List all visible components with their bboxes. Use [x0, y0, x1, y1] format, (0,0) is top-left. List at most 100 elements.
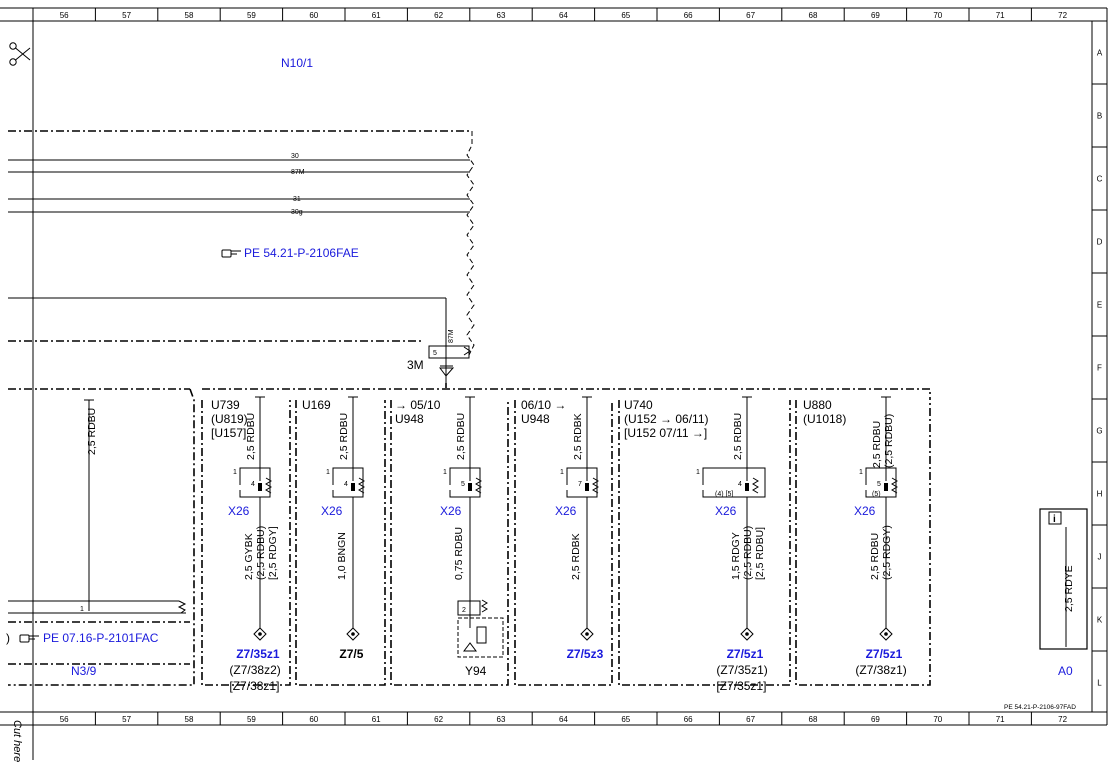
- legend-wire: 2,5 RDYE: [1063, 565, 1075, 612]
- wire-bottom-label: 1,0 BNGN: [336, 532, 348, 580]
- module-code: → 05/10: [395, 398, 441, 412]
- grid-col-bottom: 65: [621, 715, 630, 724]
- grid-col-top: 69: [871, 11, 880, 20]
- grid-col-top: 66: [684, 11, 693, 20]
- grid-col-top: 72: [1058, 11, 1067, 20]
- pin-left: 1: [443, 469, 447, 476]
- grid-row: K: [1097, 616, 1103, 625]
- contact-icon: [351, 483, 355, 491]
- grid-row: J: [1098, 553, 1102, 562]
- grid-col-bottom: 61: [372, 715, 381, 724]
- grid-col-bottom: 56: [60, 715, 69, 724]
- left-ref-link[interactable]: PE 07.16-P-2101FAC: [43, 631, 159, 645]
- wire-bottom-label: 2,5 RDBU: [869, 533, 881, 580]
- dest-label: (Z7/38z2): [229, 663, 280, 677]
- pin-number: 4: [344, 481, 348, 488]
- connector-x26: X26: [228, 504, 250, 518]
- wire-top-label: (2,5 RDBU): [883, 414, 895, 468]
- left-paren: ): [6, 631, 10, 645]
- bus-wire-30g: 30g: [291, 209, 303, 216]
- dest-label: [Z7/35z1]: [716, 679, 766, 693]
- grid-col-top: 71: [996, 11, 1005, 20]
- contact-icon: [468, 483, 472, 491]
- wire-top-label: 2,5 RDBU: [732, 413, 744, 460]
- info-icon: i: [1053, 514, 1056, 525]
- grid-col-top: 65: [621, 11, 630, 20]
- dest-label: Y94: [465, 664, 487, 678]
- dest-label: (Z7/38z1): [855, 663, 906, 677]
- cut-here-label: Cut here: [11, 720, 23, 762]
- wire-bottom-label: (2,5 RDBU): [255, 526, 267, 580]
- bus-wire-87m: 87M: [291, 169, 305, 176]
- pin-number: 5: [461, 481, 465, 488]
- grid-col-bottom: 72: [1058, 715, 1067, 724]
- left-wire: 2,5 RDBU: [86, 408, 98, 455]
- grid-col-top: 58: [185, 11, 194, 20]
- grid-col-top: 63: [497, 11, 506, 20]
- connector-x26: X26: [440, 504, 462, 518]
- module-code: (U152 → 06/11): [624, 412, 709, 426]
- doc-id: PE 54.21-P-2106-97FAD: [1004, 704, 1076, 711]
- dest-label: (Z7/35z1): [716, 663, 767, 677]
- bus-ref-link[interactable]: PE 54.21-P-2106FAE: [244, 246, 359, 260]
- contact-icon: [258, 483, 262, 491]
- module-code: U739: [211, 398, 240, 412]
- grid-col-top: 60: [309, 11, 318, 20]
- wire-bottom-label: [2,5 RDGY]: [267, 526, 279, 580]
- connector-x26: X26: [321, 504, 343, 518]
- pin-number: 4: [738, 481, 742, 488]
- drawing-frame: 5656575758585959606061616262636364646565…: [0, 0, 1117, 772]
- wire-top-label: 2,5 RDBK: [572, 413, 584, 460]
- grid-row: B: [1097, 112, 1102, 121]
- pin-left: 1: [859, 469, 863, 476]
- grid-col-top: 67: [746, 11, 755, 20]
- grid-col-top: 59: [247, 11, 256, 20]
- grid-col-bottom: 63: [497, 715, 506, 724]
- module-code: U740: [624, 398, 653, 412]
- component-n3-9: N3/9: [71, 664, 97, 678]
- module-code: (U1018): [803, 412, 846, 426]
- pin-left: 1: [326, 469, 330, 476]
- pin-number: 7: [578, 481, 582, 488]
- grid-col-bottom: 71: [996, 715, 1005, 724]
- wire-bottom-label: 2,5 RDBK: [570, 533, 582, 580]
- component-n10-1: N10/1: [281, 56, 313, 70]
- dest-label: Z7/35z1: [236, 647, 280, 661]
- module-code: U948: [521, 412, 550, 426]
- legend-label: A0: [1058, 664, 1073, 678]
- left-pin-1: 1: [80, 606, 84, 613]
- connector-x26: X26: [555, 504, 577, 518]
- grid-col-top: 70: [933, 11, 942, 20]
- grid-col-bottom: 69: [871, 715, 880, 724]
- module-code: 06/10 →: [521, 398, 566, 412]
- grid-row: H: [1097, 490, 1103, 499]
- wire-bottom-label: (2,5 RDBU): [742, 526, 754, 580]
- wire-top-label: 2,5 RDBU: [871, 421, 883, 468]
- grid-col-top: 56: [60, 11, 69, 20]
- grid-col-top: 68: [809, 11, 818, 20]
- grid-col-top: 64: [559, 11, 568, 20]
- grid-col-top: 62: [434, 11, 443, 20]
- contact-icon: [884, 483, 888, 491]
- grid-col-top: 61: [372, 11, 381, 20]
- grid-col-bottom: 70: [933, 715, 942, 724]
- grid-col-bottom: 59: [247, 715, 256, 724]
- grid-col-bottom: 58: [185, 715, 194, 724]
- pin-left: 1: [233, 469, 237, 476]
- ground-3m: 3M: [407, 358, 424, 372]
- connector-x26: X26: [715, 504, 737, 518]
- dest-label: Z7/5z3: [567, 647, 604, 661]
- grid-col-bottom: 60: [309, 715, 318, 724]
- dest-label: Z7/5z1: [727, 647, 764, 661]
- contact-icon: [585, 483, 589, 491]
- grid-row: C: [1097, 175, 1103, 184]
- pin-87m: 87M: [448, 329, 455, 343]
- grid-col-bottom: 62: [434, 715, 443, 724]
- dest-label: [Z7/38z1]: [229, 679, 279, 693]
- grid-col-top: 57: [122, 11, 131, 20]
- module-code: (U819): [211, 412, 248, 426]
- bus-wire-31: 31: [293, 196, 301, 203]
- module-code: [U152 07/11 →]: [624, 426, 707, 440]
- contact-icon: [745, 483, 749, 491]
- wire-bottom-label: (2,5 RDGY): [881, 525, 893, 580]
